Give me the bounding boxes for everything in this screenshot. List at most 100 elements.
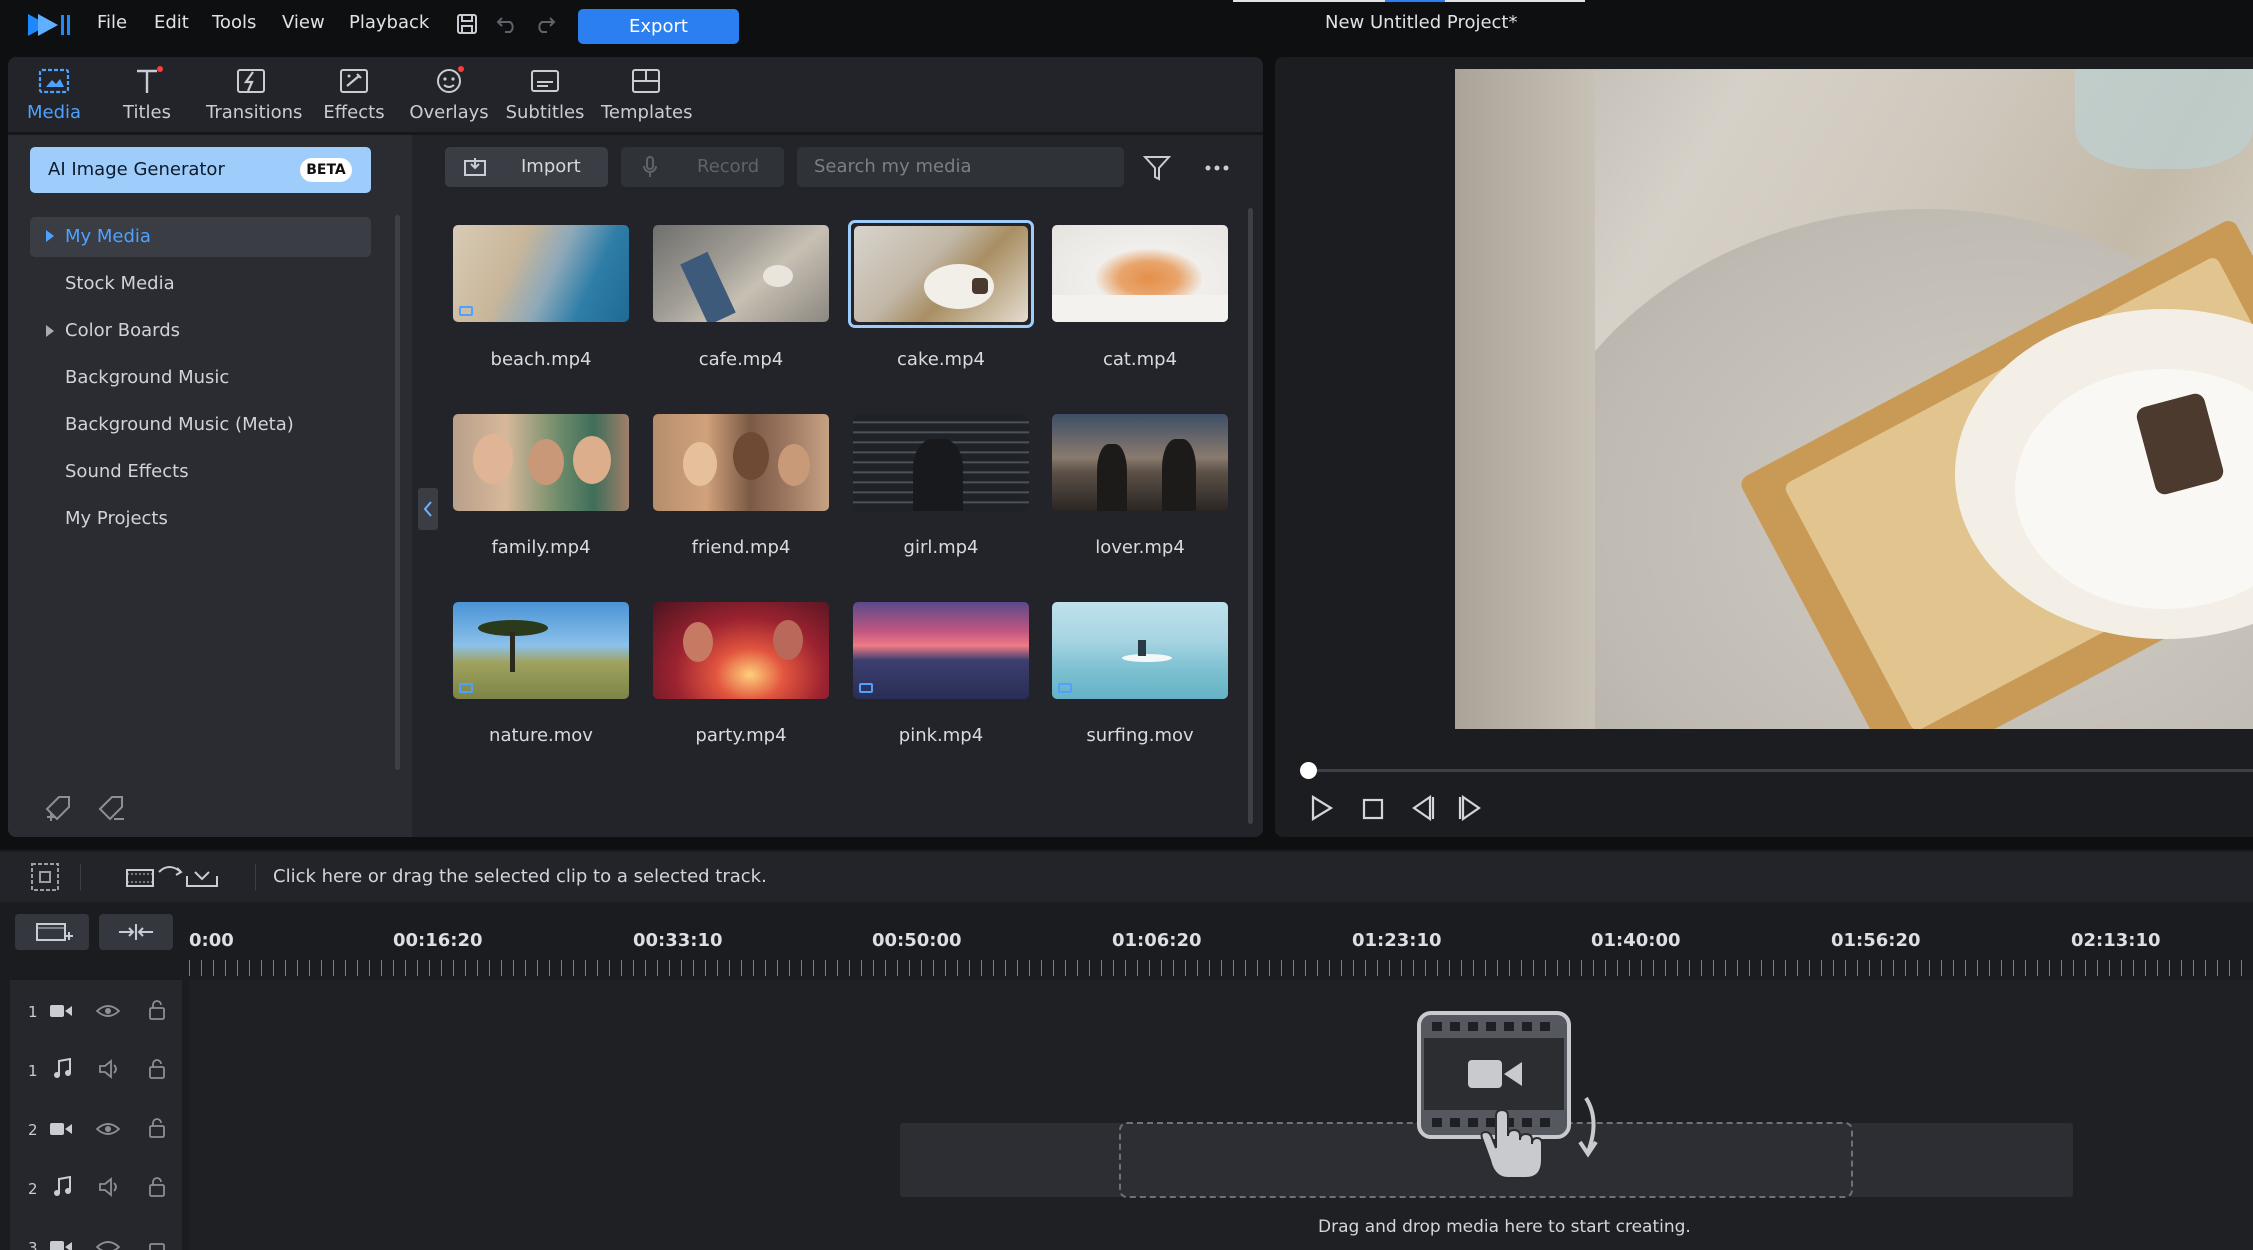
tab-media[interactable]: Media bbox=[9, 66, 99, 123]
previous-frame-icon[interactable] bbox=[1410, 795, 1436, 821]
media-thumbnail-cat[interactable] bbox=[1052, 225, 1228, 322]
menu-file[interactable]: File bbox=[97, 12, 127, 33]
title-underline-accent bbox=[1385, 0, 1445, 2]
lock-icon[interactable] bbox=[148, 1236, 166, 1250]
media-thumbnail-party[interactable] bbox=[653, 602, 829, 699]
sidebar-scrollbar[interactable] bbox=[395, 215, 400, 770]
media-thumbnail-surfing[interactable] bbox=[1052, 602, 1228, 699]
tab-templates[interactable]: Templates bbox=[601, 66, 693, 123]
sidebar-item-background-music-meta[interactable]: Background Music (Meta) bbox=[65, 414, 294, 435]
import-button[interactable]: Import bbox=[445, 147, 608, 187]
chevron-right-icon[interactable] bbox=[46, 230, 54, 242]
media-thumbnail-family[interactable] bbox=[453, 414, 629, 511]
track-header-audio-1[interactable]: 1 bbox=[10, 1044, 182, 1100]
track-area[interactable] bbox=[189, 980, 2253, 1250]
track-manager-button[interactable] bbox=[15, 914, 89, 950]
insert-clip-icon[interactable] bbox=[125, 862, 221, 892]
tab-titles[interactable]: Titles bbox=[102, 66, 192, 123]
undo-icon[interactable] bbox=[496, 15, 518, 33]
media-label: cake.mp4 bbox=[897, 349, 985, 370]
record-button[interactable]: Record bbox=[621, 147, 784, 187]
media-thumbnail-lover[interactable] bbox=[1052, 414, 1228, 511]
next-frame-icon[interactable] bbox=[1457, 795, 1483, 821]
app-logo-icon[interactable] bbox=[26, 12, 72, 38]
lock-icon[interactable] bbox=[148, 1059, 166, 1079]
menu-edit[interactable]: Edit bbox=[154, 12, 189, 33]
eye-icon[interactable] bbox=[96, 1239, 120, 1250]
media-thumbnail-friend[interactable] bbox=[653, 414, 829, 511]
tab-overlays[interactable]: Overlays bbox=[404, 66, 494, 123]
media-label: pink.mp4 bbox=[898, 725, 984, 746]
sidebar-item-stock-media[interactable]: Stock Media bbox=[65, 273, 175, 294]
sidebar-item-color-boards[interactable]: Color Boards bbox=[65, 320, 180, 341]
stop-icon[interactable] bbox=[1362, 798, 1384, 820]
ai-image-generator-button[interactable]: AI Image Generator BETA bbox=[30, 147, 371, 193]
media-scrollbar[interactable] bbox=[1248, 208, 1253, 824]
media-thumbnail-cake[interactable] bbox=[848, 220, 1034, 328]
tab-subtitles[interactable]: Subtitles bbox=[500, 66, 590, 123]
playback-progress-track[interactable] bbox=[1309, 769, 2253, 772]
more-options-icon[interactable] bbox=[1205, 165, 1229, 171]
track-header-audio-2[interactable]: 2 bbox=[10, 1162, 182, 1218]
search-input[interactable]: Search my media bbox=[797, 147, 1124, 187]
menu-tools[interactable]: Tools bbox=[212, 12, 256, 33]
collapse-sidebar-button[interactable] bbox=[418, 488, 438, 530]
media-label: girl.mp4 bbox=[903, 537, 979, 558]
titles-icon bbox=[130, 66, 164, 96]
sidebar-item-my-projects[interactable]: My Projects bbox=[65, 508, 168, 529]
track-number: 1 bbox=[28, 1062, 38, 1080]
menu-view[interactable]: View bbox=[282, 12, 325, 33]
track-number: 3 bbox=[28, 1239, 38, 1250]
speaker-icon[interactable] bbox=[98, 1059, 122, 1079]
sidebar-item-background-music[interactable]: Background Music bbox=[65, 367, 229, 388]
save-icon[interactable] bbox=[456, 13, 478, 35]
overlays-icon bbox=[432, 66, 466, 96]
eye-icon[interactable] bbox=[96, 1121, 120, 1137]
toolbar-divider bbox=[255, 864, 256, 890]
project-title: New Untitled Project* bbox=[1325, 12, 1518, 33]
import-label: Import bbox=[521, 156, 581, 177]
select-mode-icon[interactable] bbox=[30, 862, 60, 892]
speaker-icon[interactable] bbox=[98, 1177, 122, 1197]
sidebar-item-sound-effects[interactable]: Sound Effects bbox=[65, 461, 189, 482]
lock-icon[interactable] bbox=[148, 1118, 166, 1138]
ruler-label: 0:00 bbox=[189, 930, 234, 951]
chevron-right-icon[interactable] bbox=[46, 325, 54, 337]
timeline-ruler[interactable] bbox=[189, 960, 2253, 976]
ruler-label: 02:13:10 bbox=[2071, 930, 2161, 951]
timeline-hint[interactable]: Click here or drag the selected clip to … bbox=[273, 866, 767, 887]
media-thumbnail-pink[interactable] bbox=[853, 602, 1029, 699]
tab-overlays-label: Overlays bbox=[409, 102, 489, 123]
tab-titles-label: Titles bbox=[123, 102, 171, 123]
lock-icon[interactable] bbox=[148, 1177, 166, 1197]
media-label: party.mp4 bbox=[695, 725, 787, 746]
ruler-label: 01:23:10 bbox=[1352, 930, 1442, 951]
menu-playback[interactable]: Playback bbox=[349, 12, 429, 33]
media-thumbnail-cafe[interactable] bbox=[653, 225, 829, 322]
drop-hint: Drag and drop media here to start creati… bbox=[1318, 1217, 1691, 1237]
tab-effects[interactable]: Effects bbox=[309, 66, 399, 123]
track-header-video-2[interactable]: 2 bbox=[10, 1103, 182, 1159]
tag-icon[interactable] bbox=[96, 793, 128, 823]
ruler-label: 00:16:20 bbox=[393, 930, 483, 951]
media-thumbnail-beach[interactable] bbox=[453, 225, 629, 322]
lock-icon[interactable] bbox=[148, 1000, 166, 1020]
music-note-icon bbox=[52, 1176, 72, 1198]
add-tag-icon[interactable] bbox=[43, 793, 75, 823]
fit-timeline-button[interactable] bbox=[99, 914, 173, 950]
redo-icon[interactable] bbox=[534, 15, 556, 33]
media-label: friend.mp4 bbox=[691, 537, 791, 558]
media-icon bbox=[37, 66, 71, 96]
filter-icon[interactable] bbox=[1143, 155, 1171, 181]
preview-video[interactable] bbox=[1455, 69, 2253, 729]
media-thumbnail-nature[interactable] bbox=[453, 602, 629, 699]
play-icon[interactable] bbox=[1310, 795, 1334, 821]
track-header-video-3[interactable]: 3 bbox=[10, 1221, 182, 1250]
playback-scrubber-handle[interactable] bbox=[1300, 762, 1317, 779]
tab-media-label: Media bbox=[26, 102, 82, 123]
export-button[interactable]: Export bbox=[578, 9, 739, 44]
track-header-video-1[interactable]: 1 bbox=[10, 985, 182, 1041]
eye-icon[interactable] bbox=[96, 1003, 120, 1019]
media-thumbnail-girl[interactable] bbox=[853, 414, 1029, 511]
tab-transitions[interactable]: Transitions bbox=[206, 66, 302, 123]
